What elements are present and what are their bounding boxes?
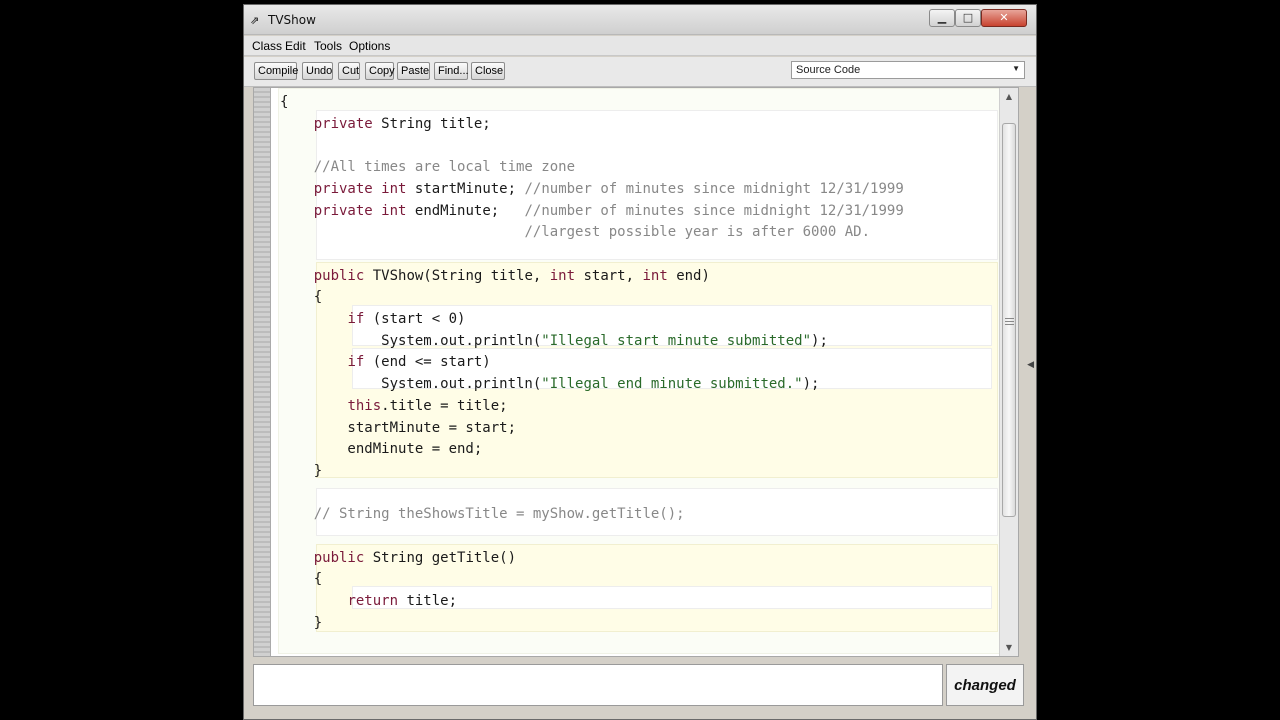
code-line[interactable]: }	[280, 613, 322, 634]
window-title: TVShow	[268, 13, 316, 27]
menu-bar: Class Edit Tools Options	[244, 36, 1036, 56]
code-line[interactable]: {	[280, 287, 322, 308]
save-state-indicator: changed	[946, 664, 1024, 706]
code-line[interactable]: public String getTitle()	[280, 548, 516, 569]
menu-edit[interactable]: Edit	[285, 39, 306, 53]
code-line[interactable]: if (end <= start)	[280, 352, 490, 373]
code-line[interactable]: //All times are local time zone	[280, 157, 575, 178]
cut-button[interactable]: Cut	[338, 62, 360, 80]
vertical-scrollbar[interactable]: ▲ ▼	[999, 88, 1018, 656]
line-gutter[interactable]	[254, 88, 271, 656]
chevron-down-icon: ▼	[1012, 64, 1020, 73]
code-line[interactable]: public TVShow(String title, int start, i…	[280, 266, 710, 287]
scroll-up-arrow-icon[interactable]: ▲	[1000, 88, 1018, 105]
close-button[interactable]: Close	[471, 62, 505, 80]
code-line[interactable]: return title;	[280, 591, 457, 612]
maximize-button[interactable]: □	[955, 9, 981, 27]
pane-resize-arrow-icon[interactable]: ◀	[1027, 360, 1034, 370]
code-line[interactable]: //largest possible year is after 6000 AD…	[280, 222, 870, 243]
code-line[interactable]: endMinute = end;	[280, 439, 482, 460]
title-bar[interactable]: ⇗ TVShow ▁ □ ✕	[244, 5, 1036, 35]
find-button[interactable]: Find...	[434, 62, 469, 80]
code-area[interactable]: { private String title; //All times are …	[272, 88, 1006, 656]
compile-button[interactable]: Compile	[254, 62, 298, 80]
close-window-button[interactable]: ✕	[981, 9, 1027, 27]
code-line[interactable]: if (start < 0)	[280, 309, 465, 330]
scroll-down-arrow-icon[interactable]: ▼	[1000, 639, 1018, 656]
bluej-editor-window: ⇗ TVShow ▁ □ ✕ Class Edit Tools Options …	[243, 4, 1037, 720]
minimize-button[interactable]: ▁	[929, 9, 955, 27]
copy-button[interactable]: Copy	[365, 62, 395, 80]
bluej-icon: ⇗	[250, 14, 260, 27]
menu-class[interactable]: Class	[252, 39, 282, 53]
paste-button[interactable]: Paste	[397, 62, 430, 80]
code-line[interactable]: {	[280, 92, 288, 113]
code-line[interactable]: private int endMinute; //number of minut…	[280, 201, 904, 222]
code-line[interactable]: this.title = title;	[280, 396, 507, 417]
undo-button[interactable]: Undo	[302, 62, 333, 80]
grip-icon	[1005, 318, 1014, 326]
code-line[interactable]: {	[280, 569, 322, 590]
code-line[interactable]: System.out.println("Illegal end minute s…	[280, 374, 819, 395]
view-select-value: Source Code	[796, 64, 861, 76]
code-line[interactable]: private int startMinute; //number of min…	[280, 179, 904, 200]
code-editor[interactable]: { private String title; //All times are …	[253, 87, 1019, 657]
scroll-thumb[interactable]	[1002, 123, 1016, 517]
code-line[interactable]: private String title;	[280, 114, 491, 135]
code-line[interactable]: // String theShowsTitle = myShow.getTitl…	[280, 504, 685, 525]
status-message-area	[253, 664, 943, 706]
menu-options[interactable]: Options	[349, 39, 390, 53]
changed-label: changed	[954, 677, 1016, 694]
code-line[interactable]: startMinute = start;	[280, 418, 516, 439]
code-line[interactable]: }	[280, 461, 322, 482]
code-line[interactable]: System.out.println("Illegal start minute…	[280, 331, 828, 352]
view-select[interactable]: Source Code ▼	[791, 61, 1025, 79]
menu-tools[interactable]: Tools	[314, 39, 342, 53]
